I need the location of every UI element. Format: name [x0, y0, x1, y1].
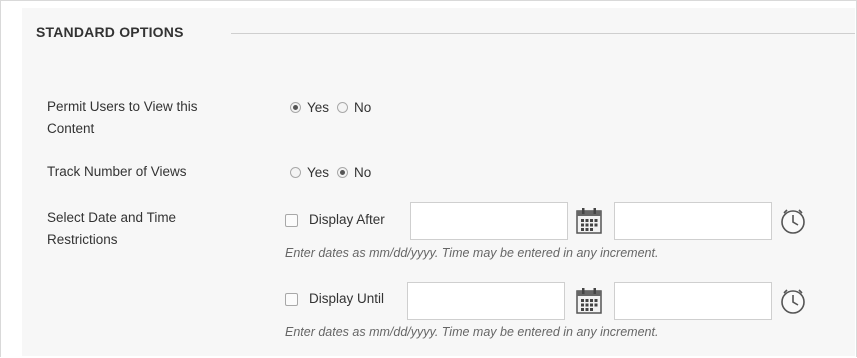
display-after-clock-button[interactable] [776, 202, 810, 240]
track-views-no-radio[interactable] [337, 167, 349, 178]
track-views-radio-group: Yes No [290, 165, 379, 180]
display-until-calendar-button[interactable] [572, 282, 606, 320]
display-after-time-input[interactable] [614, 202, 772, 240]
date-restrictions-label: Select Date and Time Restrictions [47, 210, 177, 247]
track-views-label: Track Number of Views [47, 164, 187, 179]
section-title: STANDARD OPTIONS [36, 24, 184, 40]
display-until-checkbox[interactable] [285, 293, 298, 306]
display-after-hint: Enter dates as mm/dd/yyyy. Time may be e… [285, 246, 659, 260]
clock-icon [781, 289, 805, 314]
display-after-label[interactable]: Display After [309, 212, 385, 227]
permit-view-no-label[interactable]: No [354, 100, 371, 115]
display-after-calendar-button[interactable] [572, 202, 606, 240]
display-until-hint: Enter dates as mm/dd/yyyy. Time may be e… [285, 325, 659, 339]
display-until-clock-button[interactable] [776, 282, 810, 320]
calendar-icon [576, 288, 602, 314]
display-until-time-input[interactable] [614, 282, 772, 320]
display-after-date-input[interactable] [410, 202, 568, 240]
track-views-no-label[interactable]: No [354, 165, 371, 180]
calendar-icon [576, 208, 602, 234]
permit-view-yes-radio[interactable] [290, 102, 301, 113]
permit-view-yes-label[interactable]: Yes [307, 100, 329, 115]
display-after-checkbox[interactable] [285, 214, 298, 227]
display-until-date-input[interactable] [407, 282, 565, 320]
permit-view-no-radio[interactable] [337, 102, 349, 113]
track-views-yes-radio[interactable] [290, 167, 301, 178]
display-until-label[interactable]: Display Until [309, 291, 384, 306]
permit-view-radio-group: Yes No [290, 100, 379, 115]
clock-icon [781, 209, 805, 234]
permit-view-label: Permit Users to View this Content [47, 99, 198, 136]
track-views-yes-label[interactable]: Yes [307, 165, 329, 180]
section-divider [231, 33, 855, 34]
